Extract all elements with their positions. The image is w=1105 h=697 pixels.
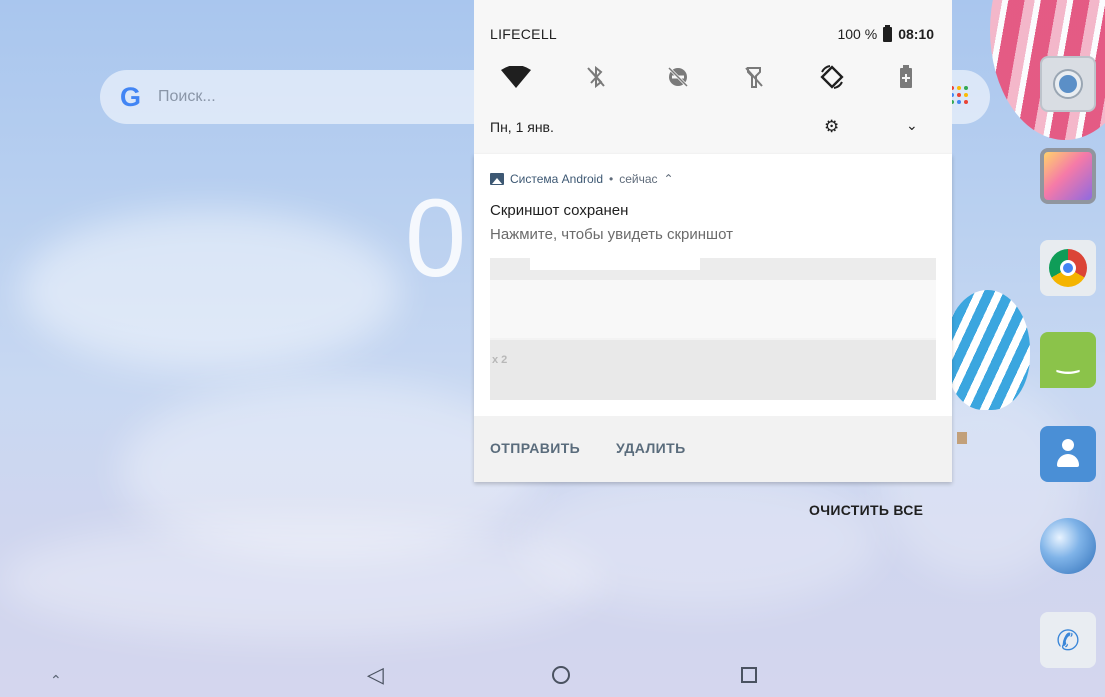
carrier-label: LIFECELL [490,26,557,42]
settings-gear-icon[interactable]: ⚙ [824,117,839,137]
chrome-icon[interactable] [1040,240,1096,296]
contacts-icon[interactable] [1040,426,1096,482]
phone-icon[interactable]: ✆ [1040,612,1096,668]
chevron-down-icon[interactable]: ⌄ [906,117,918,134]
balloon-decoration [945,290,1030,410]
flashlight-off-icon[interactable] [736,60,772,94]
preview-text: x 2 [492,354,508,366]
screenshot-notification[interactable]: Система Android • сейчас ⌃ Скриншот сохр… [474,154,952,482]
screenshot-preview[interactable]: x 2 [490,258,936,400]
notification-actions: ОТПРАВИТЬ УДАЛИТЬ [474,416,952,482]
google-logo-icon: G [120,82,142,112]
notification-app-name: Система Android [510,172,604,186]
battery-percent: 100 % [837,26,878,42]
auto-rotate-icon[interactable] [814,60,850,94]
status-indicators: 100 % 08:10 [837,24,934,42]
camera-icon[interactable] [1040,56,1096,112]
battery-saver-icon[interactable] [888,60,924,94]
image-icon [490,173,504,185]
do-not-disturb-off-icon[interactable] [660,60,696,94]
browser-icon[interactable] [1040,518,1096,574]
wifi-icon[interactable] [498,60,534,94]
gallery-icon[interactable] [1040,148,1096,204]
chevron-up-icon[interactable]: ⌃ [50,672,62,689]
notification-text: Нажмите, чтобы увидеть скриншот [490,226,733,243]
search-placeholder: Поиск... [158,88,216,105]
notification-shade: LIFECELL 100 % 08:10 Пн, 1 янв. ⚙ ⌄ [474,0,952,154]
send-button[interactable]: ОТПРАВИТЬ [490,440,580,456]
recents-icon[interactable] [741,667,757,683]
clear-all-button[interactable]: ОЧИСТИТЬ ВСЕ [809,502,923,518]
status-clock: 08:10 [898,26,934,42]
bluetooth-off-icon[interactable] [578,60,614,94]
quick-settings-row [474,60,952,94]
messaging-icon[interactable]: ‿ [1040,332,1096,388]
home-clock-widget: 0 [405,177,467,300]
notification-time: сейчас [619,172,658,186]
shade-date: Пн, 1 янв. [490,119,554,135]
delete-button[interactable]: УДАЛИТЬ [616,440,686,456]
battery-icon [883,24,893,42]
apps-grid-icon[interactable] [950,86,968,104]
chevron-up-icon[interactable]: ⌃ [664,172,674,186]
home-icon[interactable] [552,666,570,684]
notification-title: Скриншот сохранен [490,202,629,219]
back-icon[interactable]: ◁ [367,660,384,690]
notification-header: Система Android • сейчас ⌃ [490,172,674,186]
